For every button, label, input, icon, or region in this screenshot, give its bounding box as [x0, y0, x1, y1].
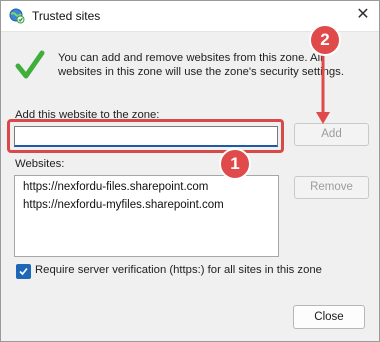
- annotation-badge-2: 2: [309, 24, 341, 56]
- annotation-badge-1: 1: [219, 148, 251, 180]
